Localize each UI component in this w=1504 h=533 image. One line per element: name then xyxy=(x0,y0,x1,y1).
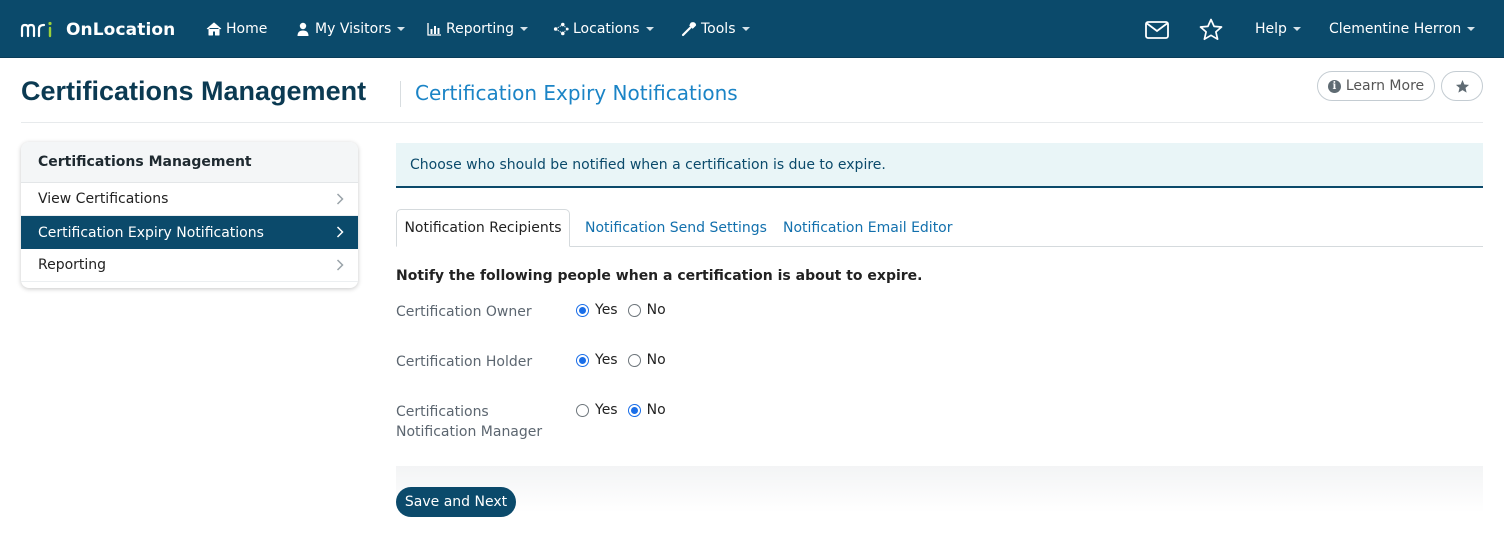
radio-selected-indicator xyxy=(576,353,589,367)
bar-chart-icon xyxy=(426,21,442,37)
user-icon xyxy=(295,21,311,37)
sidebar-item-reporting[interactable]: Reporting xyxy=(21,249,358,282)
info-banner: Choose who should be notified when a cer… xyxy=(396,143,1483,188)
chevron-down-icon xyxy=(397,27,406,31)
mail-button[interactable] xyxy=(1144,17,1170,43)
header-divider xyxy=(21,122,1483,123)
certification-owner-radio-group: Yes No xyxy=(576,302,676,318)
tab-notification-recipients[interactable]: Notification Recipients xyxy=(396,209,570,247)
nav-home[interactable]: Home xyxy=(206,0,267,58)
nav-help-label: Help xyxy=(1255,21,1287,37)
nav-my-visitors[interactable]: My Visitors xyxy=(295,0,406,58)
sidebar: Certifications Management View Certifica… xyxy=(21,142,358,288)
save-and-next-button[interactable]: Save and Next xyxy=(396,487,516,517)
radio-label: No xyxy=(646,402,666,418)
certification-holder-label: Certification Holder xyxy=(396,354,533,370)
nav-tools-label: Tools xyxy=(701,21,736,37)
nav-reporting[interactable]: Reporting xyxy=(426,0,529,58)
home-icon xyxy=(206,21,222,37)
certification-holder-no-radio[interactable]: No xyxy=(627,352,666,368)
radio-indicator xyxy=(627,353,641,367)
nav-locations-label: Locations xyxy=(573,21,640,37)
nav-reporting-label: Reporting xyxy=(446,21,515,37)
notification-manager-label-line2: Notification Manager xyxy=(396,424,543,440)
tab-label: Notification Send Settings xyxy=(585,220,767,236)
chevron-down-icon xyxy=(741,27,750,31)
sidebar-heading: Certifications Management xyxy=(21,142,358,183)
brand[interactable]: OnLocation xyxy=(20,16,175,44)
tab-label: Notification Email Editor xyxy=(783,220,953,236)
radio-label: No xyxy=(646,302,666,318)
chevron-right-icon xyxy=(336,259,344,271)
form-intro: Notify the following people when a certi… xyxy=(396,268,923,284)
nav-home-label: Home xyxy=(226,21,268,37)
tab-notification-email-editor[interactable]: Notification Email Editor xyxy=(783,209,953,247)
radio-selected-indicator xyxy=(576,303,589,317)
radio-indicator xyxy=(576,403,589,417)
page-title: Certifications Management xyxy=(21,76,367,106)
certification-holder-radio-group: Yes No xyxy=(576,352,676,368)
nav-help[interactable]: Help xyxy=(1255,0,1301,58)
nav-locations[interactable]: Locations xyxy=(553,0,654,58)
certification-owner-no-radio[interactable]: No xyxy=(627,302,666,318)
chevron-down-icon xyxy=(1467,27,1476,31)
radio-label: Yes xyxy=(595,302,618,318)
sidebar-item-label: Reporting xyxy=(38,257,107,273)
notification-manager-radio-group: Yes No xyxy=(576,402,676,418)
sidebar-item-label: Certification Expiry Notifications xyxy=(38,224,264,241)
radio-label: Yes xyxy=(595,402,618,418)
sidebar-item-view-certifications[interactable]: View Certifications xyxy=(21,183,358,216)
star-icon xyxy=(1455,79,1469,93)
wrench-icon xyxy=(681,21,697,37)
certification-holder-yes-radio[interactable]: Yes xyxy=(576,352,618,368)
mri-logo xyxy=(20,21,52,38)
radio-indicator xyxy=(627,303,641,317)
radio-label: Yes xyxy=(595,352,618,368)
tab-label: Notification Recipients xyxy=(404,220,562,236)
info-banner-text: Choose who should be notified when a cer… xyxy=(410,156,886,173)
brand-name: OnLocation xyxy=(66,20,176,40)
chevron-down-icon xyxy=(1292,27,1301,31)
notification-manager-label: Certifications Notification Manager xyxy=(396,402,542,442)
notification-manager-yes-radio[interactable]: Yes xyxy=(576,402,618,418)
radio-label: No xyxy=(646,352,666,368)
add-favorite-button[interactable] xyxy=(1441,71,1483,101)
notification-manager-label-line1: Certifications xyxy=(396,404,489,420)
learn-more-button[interactable]: i Learn More xyxy=(1317,71,1435,101)
notification-manager-no-radio[interactable]: No xyxy=(627,402,666,418)
nav-my-visitors-label: My Visitors xyxy=(315,21,392,37)
network-icon xyxy=(553,21,569,37)
nav-tools[interactable]: Tools xyxy=(681,0,750,58)
favorites-button[interactable] xyxy=(1198,17,1224,43)
chevron-right-icon xyxy=(336,193,344,205)
title-divider xyxy=(400,81,401,107)
user-name: Clementine Herron xyxy=(1329,21,1462,37)
user-menu[interactable]: Clementine Herron xyxy=(1329,0,1476,58)
chevron-right-icon xyxy=(336,226,344,238)
certification-owner-yes-radio[interactable]: Yes xyxy=(576,302,618,318)
chevron-down-icon xyxy=(520,27,529,31)
certification-owner-label: Certification Owner xyxy=(396,304,532,320)
sidebar-item-certification-expiry-notifications[interactable]: Certification Expiry Notifications xyxy=(21,216,358,249)
chevron-down-icon xyxy=(645,27,654,31)
learn-more-label: Learn More xyxy=(1345,78,1425,94)
radio-selected-indicator xyxy=(627,403,641,417)
info-icon: i xyxy=(1327,79,1341,93)
sidebar-item-label: View Certifications xyxy=(38,191,169,207)
tab-notification-send-settings[interactable]: Notification Send Settings xyxy=(585,209,767,247)
star-icon xyxy=(1199,18,1223,41)
envelope-icon xyxy=(1145,21,1169,39)
top-navbar: OnLocation Home My Visitors Reporting Lo… xyxy=(0,0,1504,58)
form-footer xyxy=(396,466,1483,533)
page-subtitle: Certification Expiry Notifications xyxy=(415,81,738,105)
